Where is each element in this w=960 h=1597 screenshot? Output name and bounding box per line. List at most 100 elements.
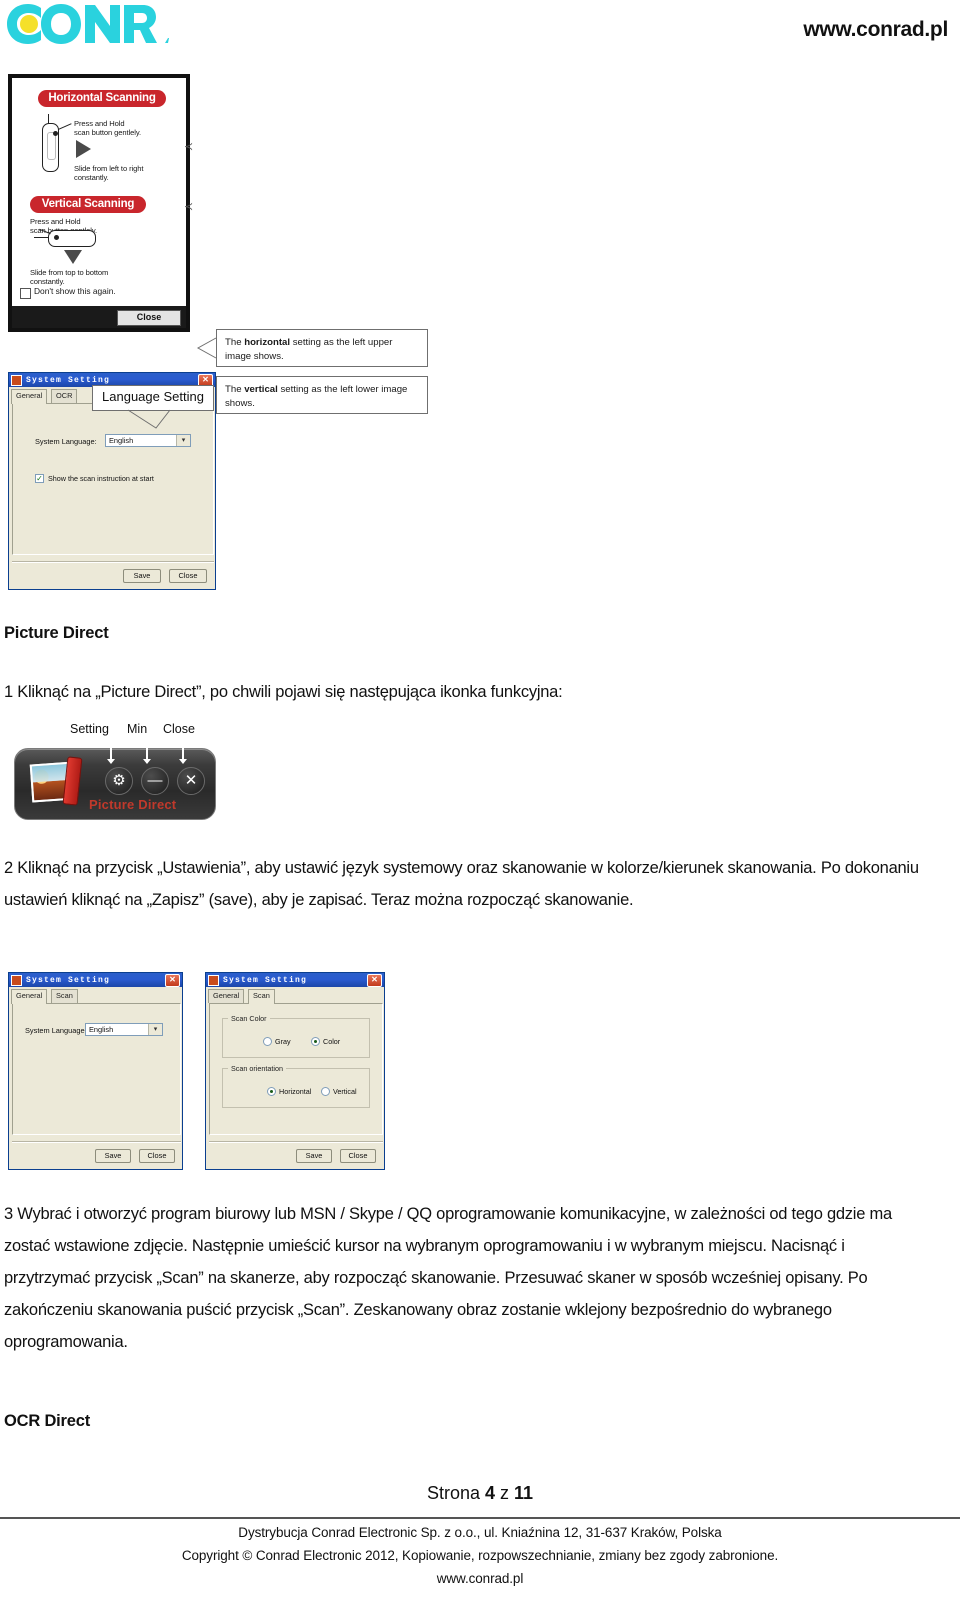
chevron-down-icon[interactable]: ▾: [148, 1024, 162, 1035]
save-button[interactable]: Save: [95, 1149, 131, 1163]
widget-label-row: Setting Min Close: [70, 722, 220, 738]
tick-mark-vertical: ≺: [184, 201, 194, 213]
page-total: 11: [514, 1483, 534, 1503]
tab-general[interactable]: General: [208, 989, 245, 1003]
language-callout-pointer: [127, 409, 171, 429]
system-setting-scan-dialog: System Setting ✕ General Scan Scan Color…: [205, 972, 385, 1170]
vertical-slide-line1: Slide from top to bottom: [30, 268, 109, 277]
close-button[interactable]: Close: [139, 1149, 175, 1163]
dialog-content-panel: System Language: English ▾: [12, 1003, 181, 1135]
scan-dialog-close-button[interactable]: Close: [117, 310, 181, 326]
radio-gray[interactable]: [263, 1037, 272, 1046]
radio-color-label: Color: [323, 1037, 341, 1046]
dialog-tab-strip: General Scan: [11, 989, 182, 1004]
dont-show-row[interactable]: Don't show this again.: [12, 286, 186, 304]
tab-scan[interactable]: Scan: [248, 989, 275, 1004]
picture-direct-widget-figure: Setting Min Close ⚙ — ✕ Picture Direct: [8, 722, 223, 827]
callout-horizontal-prefix: The: [225, 337, 245, 348]
page-prefix: Strona: [426, 1483, 485, 1503]
system-setting-general-dialog: System Setting ✕ General Scan System Lan…: [8, 972, 183, 1170]
callout-vertical-prefix: The: [225, 384, 245, 395]
minus-icon[interactable]: —: [141, 767, 169, 795]
step-3-text: 3 Wybrać i otworzyć program biurowy lub …: [4, 1205, 892, 1351]
save-button[interactable]: Save: [296, 1149, 332, 1163]
window-close-icon[interactable]: ✕: [367, 973, 382, 987]
tab-general[interactable]: General: [11, 989, 48, 1004]
scan-button-dot-horizontal: [54, 235, 59, 240]
radio-horizontal[interactable]: [267, 1087, 276, 1096]
tab-ocr[interactable]: OCR: [51, 389, 78, 403]
leader-line-horizontal: [58, 123, 72, 130]
horizontal-slide-line1: Slide from left to right: [74, 164, 144, 173]
chevron-down-icon[interactable]: ▾: [176, 435, 190, 446]
system-language-label: System Language:: [35, 437, 97, 446]
arrow-close-head: [179, 759, 187, 764]
dialog-title-text: System Setting: [26, 375, 111, 385]
scan-instruction-dialog: Horizontal Scanning Press and Hold scan …: [8, 74, 190, 332]
dont-show-label: Don't show this again.: [34, 286, 116, 296]
window-app-icon: [11, 974, 22, 986]
scan-color-group: Scan Color Gray Color: [222, 1014, 370, 1058]
horizontal-press-text: Press and Hold scan button gentlely.: [74, 119, 141, 138]
close-button[interactable]: Close: [169, 569, 207, 583]
widget-title: Picture Direct: [89, 797, 177, 812]
horizontal-slide-line2: constantly.: [74, 173, 109, 183]
dialog-title-bar: System Setting ✕: [206, 973, 384, 987]
horizontal-press-line2: scan button gentlely.: [74, 128, 141, 138]
show-scan-instruction-checkbox[interactable]: ✓: [35, 474, 44, 483]
step-2-text: 2 Kliknąć na przycisk „Ustawienia”, aby …: [4, 859, 919, 909]
page-number: Strona 4 z 11: [0, 1483, 960, 1504]
footer-divider: [0, 1517, 960, 1519]
callout-vertical-bold: vertical: [244, 384, 278, 395]
heading-ocr-direct: OCR Direct: [4, 1412, 91, 1430]
dialog-content-panel: Scan Color Gray Color Scan orientation H…: [209, 1003, 383, 1135]
footer-line-url: www.conrad.pl: [436, 1571, 524, 1586]
dont-show-checkbox[interactable]: [20, 288, 31, 299]
vertical-slide-text: Slide from top to bottom constantly.: [30, 268, 108, 287]
arrow-setting-stem: [110, 738, 112, 760]
page-header: www.conrad.pl: [0, 0, 960, 60]
scan-instruction-figure: Horizontal Scanning Press and Hold scan …: [8, 74, 428, 414]
close-button[interactable]: Close: [340, 1149, 376, 1163]
horizontal-slide-text: Slide from left to right constantly.: [74, 164, 143, 183]
radio-gray-label: Gray: [275, 1037, 291, 1046]
label-close: Close: [163, 722, 195, 736]
arrow-min-head: [143, 759, 151, 764]
system-language-select[interactable]: English ▾: [85, 1023, 163, 1036]
dialog-title-text: System Setting: [26, 975, 111, 985]
callout-horizontal-bold: horizontal: [244, 337, 291, 348]
tab-general[interactable]: General: [11, 389, 48, 404]
dialog-title-bar: System Setting ✕: [9, 973, 182, 987]
header-site-url: www.conrad.pl: [803, 18, 948, 41]
arrow-min-stem: [146, 738, 148, 760]
footer-line-copyright: Copyright © Conrad Electronic 2012, Kopi…: [181, 1548, 779, 1563]
tab-scan[interactable]: Scan: [51, 989, 78, 1003]
callout-horizontal: The horizontal setting as the left upper…: [216, 329, 428, 367]
arrow-right-icon: [76, 140, 91, 158]
gear-icon[interactable]: ⚙: [105, 767, 133, 795]
horizontal-scanning-badge: Horizontal Scanning: [38, 90, 166, 107]
window-app-icon: [208, 974, 219, 986]
vertical-press-line1: Press and Hold: [30, 217, 81, 226]
page-current: 4: [484, 1483, 495, 1503]
horizontal-press-line1: Press and Hold: [74, 119, 125, 128]
arrow-down-icon: [64, 250, 82, 264]
step-1-text: 1 Kliknąć na „Picture Direct”, po chwili…: [4, 683, 563, 701]
scan-orientation-group: Scan orientation Horizontal Vertical: [222, 1064, 370, 1108]
dialog-separator: [12, 561, 214, 563]
radio-color[interactable]: [311, 1037, 320, 1046]
radio-horizontal-label: Horizontal: [279, 1087, 312, 1096]
window-close-icon[interactable]: ✕: [165, 973, 180, 987]
radio-vertical[interactable]: [321, 1087, 330, 1096]
document-page: www.conrad.pl Horizontal Scanning Press …: [0, 0, 960, 1597]
close-icon[interactable]: ✕: [177, 767, 205, 795]
heading-picture-direct: Picture Direct: [4, 624, 109, 642]
system-language-select[interactable]: English ▾: [105, 434, 191, 447]
dialog-separator: [209, 1141, 383, 1143]
label-setting: Setting: [70, 722, 109, 736]
system-language-value: English: [109, 436, 134, 445]
save-button[interactable]: Save: [123, 569, 161, 583]
tick-mark-horizontal: ≺: [184, 141, 194, 153]
footer-text: Dystrybucja Conrad Electronic Sp. z o.o.…: [0, 1521, 960, 1590]
dialog-title-text: System Setting: [223, 975, 308, 985]
